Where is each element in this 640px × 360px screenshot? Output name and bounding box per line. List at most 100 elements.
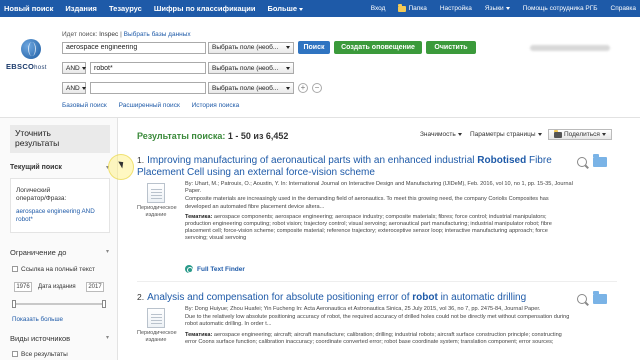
- result-title-2[interactable]: 2. Analysis and compensation for absolute…: [137, 292, 577, 304]
- source-type-thumbnail[interactable]: Периодическое издание: [137, 183, 177, 219]
- result-title-part: in automatic drilling: [437, 292, 527, 303]
- subjects-line: servoing; visual servoing: [185, 235, 247, 242]
- nav-more[interactable]: Больше: [267, 4, 304, 13]
- field-select-3[interactable]: Выбрать поле (необ...: [208, 82, 294, 94]
- nav-classification-codes[interactable]: Шифры по классификации: [154, 4, 256, 13]
- fulltext-checkbox-row[interactable]: Ссылка на полный текст: [12, 266, 95, 273]
- result-details-1: By: Uhart, M.; Patrouix, O.; Aoustin, Y.…: [185, 181, 615, 243]
- result-meta-line: By: Dong Huiyue; Zhou Huafei; Yin Fuchen…: [185, 306, 541, 312]
- show-more-link[interactable]: Показать больше: [12, 316, 63, 323]
- top-navigation: Новый поиск Издания Тезаурус Шифры по кл…: [0, 0, 640, 17]
- add-to-folder-icon[interactable]: [593, 291, 607, 304]
- clear-button[interactable]: Очистить: [426, 41, 476, 54]
- collapse-icon[interactable]: ▾: [106, 248, 109, 255]
- add-to-folder-icon[interactable]: [593, 154, 607, 167]
- field-select-1-label: Выбрать поле (необ...: [212, 44, 279, 51]
- sort-dropdown[interactable]: Значимость: [420, 131, 462, 138]
- source-type-thumbnail[interactable]: Периодическое издание: [137, 308, 177, 344]
- remove-row-icon[interactable]: −: [312, 83, 322, 93]
- slider-handle-from[interactable]: [12, 300, 16, 308]
- chevron-down-icon: [81, 86, 86, 90]
- choose-databases-link[interactable]: Выбрать базы данных: [124, 31, 191, 38]
- result-separator: [137, 281, 617, 282]
- field-select-2[interactable]: Выбрать поле (необ...: [208, 62, 294, 74]
- search-area: EBSCOhost Идет поиск: Inspec | Выбрать б…: [0, 17, 640, 117]
- periodical-icon: [147, 308, 165, 328]
- ebsco-logo[interactable]: EBSCOhost: [6, 39, 56, 83]
- all-results-checkbox-row[interactable]: Все результаты: [12, 351, 68, 358]
- chevron-down-icon: [286, 46, 290, 49]
- field-select-1[interactable]: Выбрать поле (необ...: [208, 41, 294, 54]
- nav-publications[interactable]: Издания: [65, 4, 97, 13]
- full-text-finder-label: Full Text Finder: [197, 265, 245, 273]
- operator-2-label: AND: [66, 64, 80, 72]
- subjects-line: production engineering computing; robot …: [185, 221, 552, 228]
- add-row-icon[interactable]: +: [298, 83, 308, 93]
- result-actions-2: [577, 291, 607, 304]
- result-title-highlight: Robotised: [477, 155, 527, 166]
- preview-magnifier-icon[interactable]: [577, 157, 587, 167]
- nav-new-search[interactable]: Новый поиск: [4, 4, 53, 13]
- nav-sign-in[interactable]: Вход: [371, 5, 386, 12]
- search-input-2[interactable]: [90, 62, 206, 74]
- all-results-label: Все результаты: [21, 351, 68, 358]
- all-results-checkbox[interactable]: [12, 351, 18, 358]
- basic-search-link[interactable]: Базовый поиск: [62, 102, 107, 109]
- periodical-icon: [147, 183, 165, 203]
- result-title-highlight: robot: [412, 292, 438, 303]
- nav-thesaurus[interactable]: Тезаурус: [109, 4, 142, 13]
- nav-folder[interactable]: Папка: [398, 3, 427, 12]
- search-input-3[interactable]: [90, 82, 206, 94]
- search-history-link[interactable]: История поиска: [192, 102, 240, 109]
- source-types-heading[interactable]: Виды источников: [10, 334, 70, 343]
- nav-librarian-help[interactable]: Помощь сотрудника РГБ: [523, 5, 598, 12]
- search-sublinks: Базовый поиск Расширенный поиск История …: [62, 102, 249, 109]
- create-alert-button[interactable]: Создать оповещение: [334, 41, 422, 54]
- boolean-value-2[interactable]: robot*: [16, 216, 33, 223]
- chevron-down-icon: [286, 66, 290, 70]
- results-header: Результаты поиска: 1 - 50 из 6,452: [137, 131, 288, 141]
- refine-title-line-1: Уточнить: [15, 128, 51, 138]
- search-button[interactable]: Поиск: [298, 41, 330, 54]
- limit-to-heading[interactable]: Ограничение до: [10, 248, 66, 257]
- logo-text: EBSCOhost: [6, 62, 47, 71]
- full-text-finder-link[interactable]: Full Text Finder: [185, 265, 245, 273]
- year-to-input[interactable]: 2017: [86, 282, 104, 292]
- boolean-value-1[interactable]: aerospace engineering AND: [16, 208, 95, 215]
- nav-languages[interactable]: Языки: [485, 5, 510, 12]
- refine-title-line-2: результаты: [15, 138, 60, 148]
- chevron-down-icon: [286, 86, 290, 90]
- search-input-1[interactable]: [62, 41, 206, 54]
- advanced-search-link[interactable]: Расширенный поиск: [119, 102, 180, 109]
- searching-label: Идет поиск:: [62, 31, 98, 38]
- fulltext-checkbox[interactable]: [12, 266, 18, 273]
- searching-database: Inspec: [99, 31, 119, 38]
- nav-preferences[interactable]: Настройка: [440, 5, 472, 12]
- share-button[interactable]: Поделиться: [548, 129, 612, 140]
- nav-help[interactable]: Справка: [611, 5, 637, 12]
- page-options-dropdown[interactable]: Параметры страницы: [470, 131, 542, 138]
- boolean-operator-select-3[interactable]: AND: [62, 82, 86, 94]
- collapse-icon[interactable]: ▾: [106, 334, 109, 341]
- boolean-label-2: оператор/Фраза:: [16, 195, 67, 202]
- chevron-down-icon: [299, 7, 304, 11]
- result-actions-1: [577, 154, 607, 167]
- boolean-operator-select-2[interactable]: AND: [62, 62, 86, 74]
- result-meta-line: By: Uhart, M.; Patrouix, O.; Aoustin, Y.…: [185, 181, 573, 187]
- operator-3-label: AND: [66, 84, 80, 92]
- result-abstract-line: developed an automated fibre placement d…: [185, 203, 325, 210]
- nav-more-label: Больше: [267, 4, 298, 13]
- current-search-heading[interactable]: Текущий поиск: [10, 164, 62, 171]
- results-range: 1 - 50 из 6,452: [227, 131, 289, 141]
- page-options-label: Параметры страницы: [470, 131, 536, 138]
- result-number: 1.: [137, 155, 145, 165]
- result-meta-line: Paper.: [185, 188, 202, 195]
- year-from-input[interactable]: 1976: [14, 282, 32, 292]
- fulltext-checkbox-label: Ссылка на полный текст: [21, 266, 95, 273]
- date-range-slider[interactable]: [12, 300, 106, 308]
- chevron-down-icon: [457, 133, 462, 136]
- preview-magnifier-icon[interactable]: [577, 294, 587, 304]
- result-title-part: Analysis and compensation for absolute p…: [147, 292, 413, 303]
- result-title-1[interactable]: 1. Improving manufacturing of aeronautica…: [137, 155, 577, 178]
- slider-handle-to[interactable]: [102, 300, 106, 308]
